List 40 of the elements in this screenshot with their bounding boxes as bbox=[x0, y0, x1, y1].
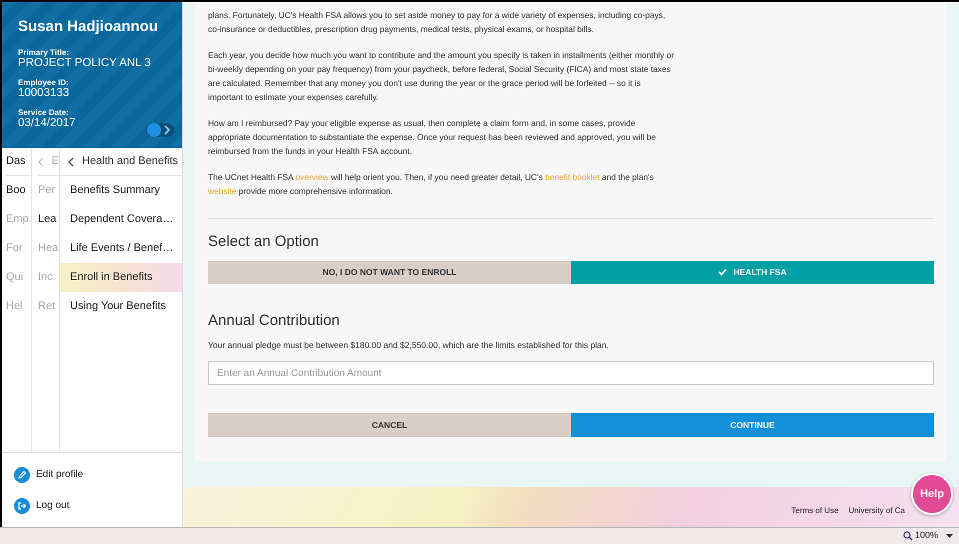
sidebar-link[interactable]: Log out bbox=[14, 490, 70, 521]
field-value: PROJECT POLICY ANL 3 bbox=[18, 57, 152, 71]
field-label: Employee ID: bbox=[18, 78, 70, 88]
section-title: Annual Contribution bbox=[208, 310, 341, 330]
paragraph: plans. Fortunately, UC's Health FSA allows you to set aside money to pay for a wide variety of expenses, including co-pays, co-insurance or deductibles, prescription drug payments, medical tests, physical exams, or hospital bills. bbox=[208, 9, 666, 36]
nav-item[interactable]: Using Your Benefits bbox=[60, 292, 182, 321]
back-icon[interactable] bbox=[68, 156, 74, 166]
hint-text: Your annual pledge must be between $180.00 and $2,550.00, which are the limits established for this plan. bbox=[208, 339, 610, 352]
paragraph: How am I reimbursed? Pay your eligible expense as usual, then complete a claim form and, in some cases, provide appropriate documentation to substantiate the expense. Once your request has been reviewed and approved, you will be reimbursed from the funds in your Health FSA account. bbox=[208, 117, 657, 158]
footer-link[interactable]: Terms of Use bbox=[791, 505, 839, 518]
paragraph: Each year, you decide how much you want to contribute and the amount you specify is taken in installments (either monthly or bi-weekly depending on your pay frequency) from your paycheck, before federal, Social Security (FICA) and most state taxes are calculated. Remember that any money you don't use during the year or the grace period will be forfeited -- so it is important to estimate your expenses carefully. bbox=[208, 49, 674, 104]
zoom-level[interactable]: 100% bbox=[914, 529, 938, 543]
nav-heading: E bbox=[52, 154, 59, 170]
nav-item[interactable]: Life Events / Benef… bbox=[60, 234, 182, 263]
nav-item[interactable]: Benefits Summary bbox=[60, 176, 182, 205]
nav-item[interactable]: Enroll in Benefits bbox=[60, 263, 182, 292]
cancel-button[interactable]: CANCEL bbox=[208, 413, 571, 438]
logout-icon bbox=[14, 498, 30, 514]
toggle-icon[interactable] bbox=[146, 122, 174, 138]
field-label: Service Date: bbox=[18, 108, 70, 118]
sidebar-link[interactable]: Edit profile bbox=[14, 459, 84, 490]
nav-item[interactable]: Lea bbox=[38, 205, 59, 234]
paragraph: The UCnet Health FSA overview will help orient you. Then, if you need greater detail, UC's benefit booklet and the plan's website provide more comprehensive information. bbox=[208, 171, 655, 198]
pencil-icon bbox=[14, 466, 30, 482]
section-title: Select an Option bbox=[208, 232, 320, 252]
employee-name: Susan Hadjioannou bbox=[18, 17, 160, 37]
amount-field[interactable]: Enter an Annual Contribution Amount bbox=[208, 361, 934, 386]
check-icon bbox=[718, 268, 728, 276]
field-value: 03/14/2017 bbox=[18, 117, 77, 131]
nav-heading: Health and Benefits bbox=[82, 154, 178, 170]
field-value: 10003133 bbox=[18, 87, 70, 101]
nav-item[interactable]: Das bbox=[6, 148, 31, 176]
caret-icon[interactable] bbox=[946, 534, 953, 538]
nav-item[interactable]: Dependent Covera… bbox=[60, 205, 182, 234]
nav-item[interactable]: Boo bbox=[6, 176, 31, 205]
option-button[interactable]: NO, I DO NOT WANT TO ENROLL bbox=[208, 260, 571, 284]
zoom-icon[interactable] bbox=[902, 531, 913, 541]
footer-link[interactable]: University of Ca bbox=[848, 505, 905, 518]
field-label: Primary Title: bbox=[18, 48, 70, 58]
help-button[interactable]: Help bbox=[911, 473, 953, 516]
